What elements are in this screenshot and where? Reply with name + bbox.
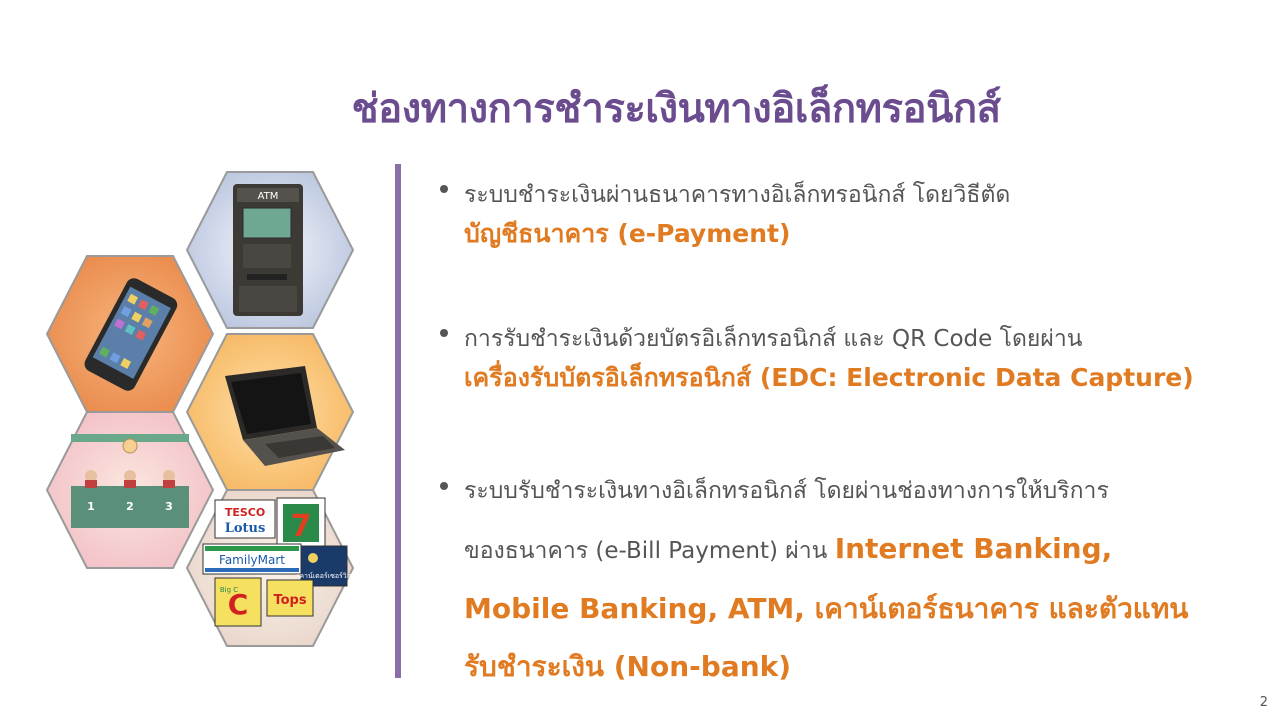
bullet-highlight: Mobile Banking, ATM, เคาน์เตอร์ธนาคาร แล… <box>464 592 1189 625</box>
bullet-text: ระบบชำระเงินผ่านธนาคารทางอิเล็กทรอนิกส์ … <box>464 182 1011 208</box>
vertical-divider <box>395 164 401 678</box>
seven-eleven-logo-icon: 7 <box>276 497 326 549</box>
bullet-dot-icon <box>440 482 448 490</box>
store-logos-hexagon: TESCO Lotus 7 FamilyMart เคาน์เตอร์เซอร์… <box>185 488 355 648</box>
svg-text:7: 7 <box>291 509 312 544</box>
svg-text:Tops: Tops <box>273 593 306 608</box>
slide-title: ช่องทางการชำระเงินทางอิเล็กทรอนิกส์ <box>351 86 1002 132</box>
bullet-highlight-inline: Internet Banking, <box>834 532 1113 565</box>
svg-text:Big C: Big C <box>220 586 238 594</box>
counter-number: 3 <box>165 500 173 513</box>
bullet-highlight: บัญชีธนาคาร (e-Payment) <box>464 219 791 248</box>
bullet-dot-icon <box>440 185 448 193</box>
svg-text:FamilyMart: FamilyMart <box>219 553 285 567</box>
svg-text:Lotus: Lotus <box>225 521 266 536</box>
payment-channels-illustration: ATM 1 2 3 TESCO Lotus 7 FamilyMart เคาน์… <box>40 170 370 650</box>
svg-text:TESCO: TESCO <box>225 506 265 519</box>
bullet-text: การรับชำระเงินด้วยบัตรอิเล็กทรอนิกส์ และ… <box>464 326 1083 352</box>
tesco-lotus-logo-icon: TESCO Lotus <box>214 499 276 539</box>
page-number: 2 <box>1259 695 1268 710</box>
bullet-highlight: รับชำระเงิน (Non-bank) <box>464 650 792 683</box>
svg-text:เคาน์เตอร์เซอร์วิส: เคาน์เตอร์เซอร์วิส <box>297 572 352 580</box>
bullet-item-e-bill-payment: ระบบรับชำระเงินทางอิเล็กทรอนิกส์ โดยผ่าน… <box>438 462 1188 696</box>
bullet-text-plain: ของธนาคาร (e-Bill Payment) ผ่าน <box>464 538 835 564</box>
counter-number: 2 <box>126 500 134 513</box>
counter-number: 1 <box>87 500 95 513</box>
big-c-logo-icon: C Big C <box>214 577 262 627</box>
atm-label: ATM <box>258 191 279 202</box>
bullet-text: ระบบรับชำระเงินทางอิเล็กทรอนิกส์ โดยผ่าน… <box>464 478 1109 504</box>
tops-logo-icon: Tops <box>266 579 314 617</box>
atm-machine-icon: ATM <box>233 184 303 316</box>
familymart-logo-icon: FamilyMart <box>202 543 302 575</box>
bullet-dot-icon <box>440 329 448 337</box>
bullet-item-edc: การรับชำระเงินด้วยบัตรอิเล็กทรอนิกส์ และ… <box>438 320 1194 398</box>
bullet-text-line2: ของธนาคาร (e-Bill Payment) ผ่าน Internet… <box>464 520 1188 580</box>
bullet-highlight: เครื่องรับบัตรอิเล็กทรอนิกส์ (EDC: Elect… <box>464 363 1194 392</box>
bullet-item-e-payment: ระบบชำระเงินผ่านธนาคารทางอิเล็กทรอนิกส์ … <box>438 176 1010 254</box>
